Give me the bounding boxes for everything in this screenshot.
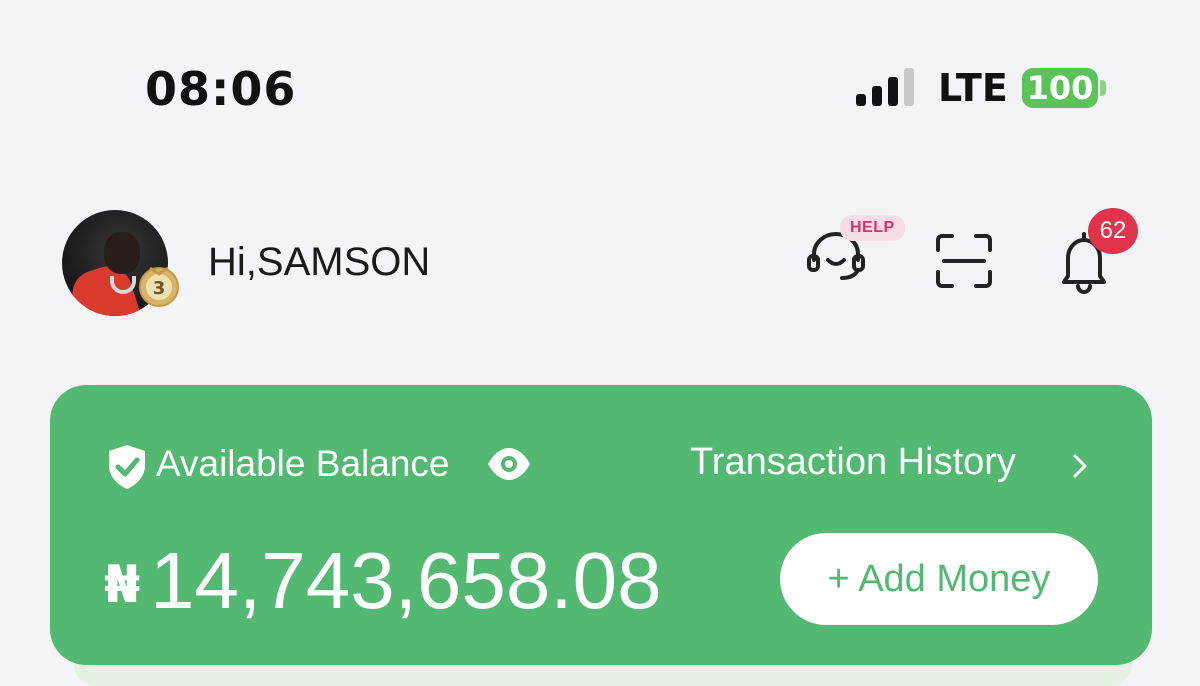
- status-time: 08:06: [145, 62, 297, 116]
- scan-icon[interactable]: [934, 232, 994, 290]
- signal-strength-icon: [856, 68, 916, 106]
- add-money-button[interactable]: + Add Money: [780, 533, 1098, 625]
- available-balance-label: Available Balance: [156, 443, 450, 484]
- battery-tip: [1100, 80, 1106, 96]
- battery-indicator: 100: [1022, 68, 1098, 108]
- medal-badge-icon: 3: [139, 266, 179, 307]
- home-screen: 08:06 LTE 100 3 Hi,SAMSON HELP 62 Availa…: [0, 0, 1200, 686]
- transaction-history-link[interactable]: Transaction History: [690, 441, 1016, 484]
- balance-card: Available Balance Transaction History ₦ …: [50, 385, 1152, 665]
- balance-amount: 14,743,658.08: [150, 536, 662, 625]
- eye-icon[interactable]: [486, 445, 532, 483]
- shield-check-icon: [109, 445, 145, 489]
- currency-symbol: ₦: [104, 555, 141, 615]
- network-type: LTE: [938, 66, 1008, 110]
- greeting: Hi,SAMSON: [208, 240, 431, 284]
- medal-level: 3: [153, 278, 166, 299]
- help-badge[interactable]: HELP: [840, 215, 905, 241]
- chevron-right-icon[interactable]: [1072, 453, 1088, 479]
- notification-count-badge: 62: [1088, 208, 1138, 254]
